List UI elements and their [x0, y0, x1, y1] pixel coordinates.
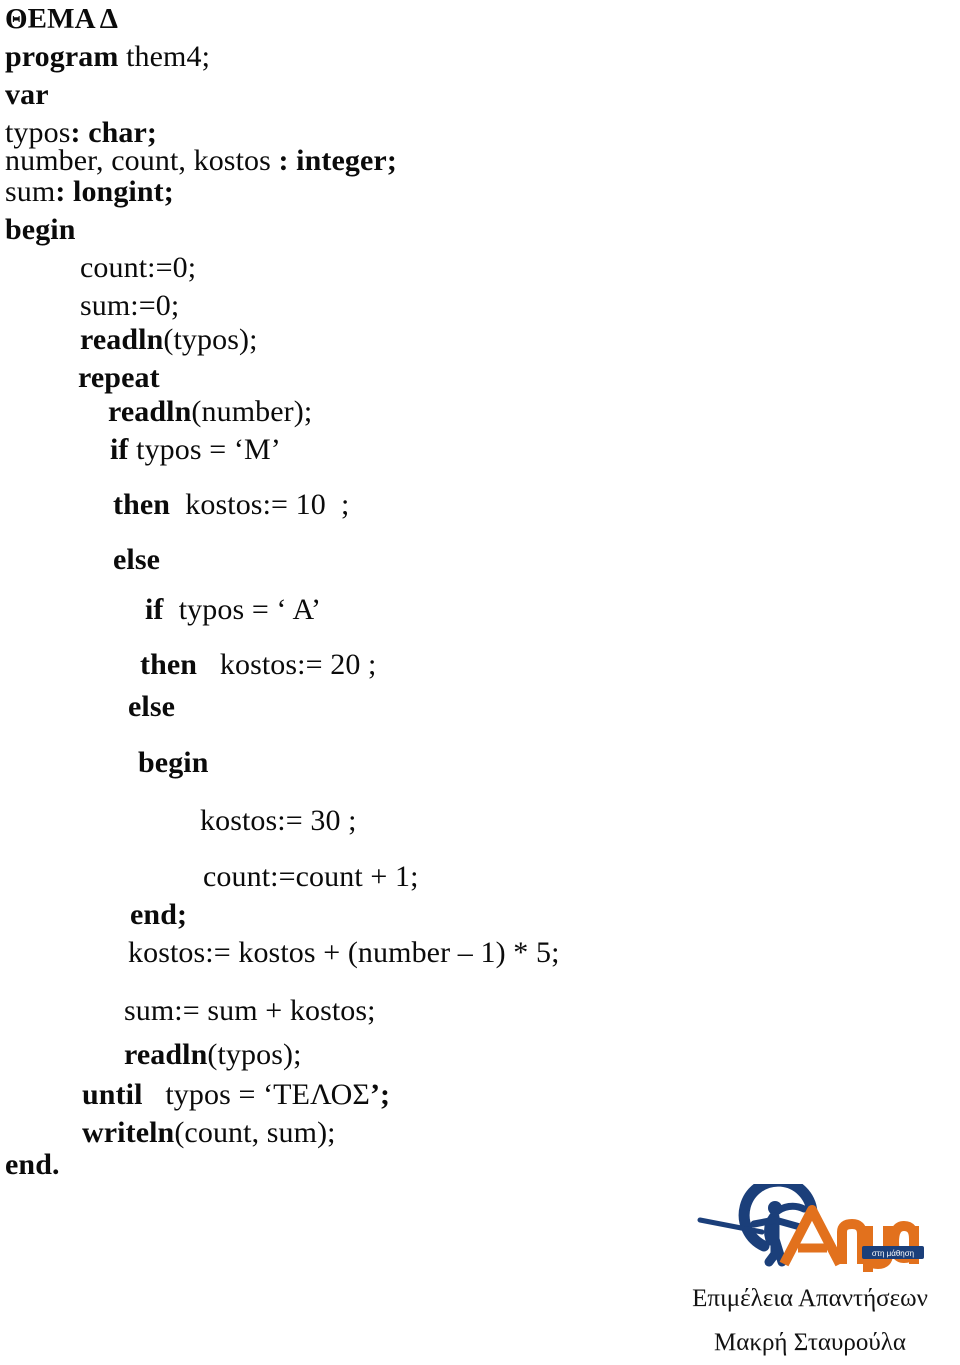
code-keyword: ’;: [369, 1078, 391, 1111]
code-keyword: readln: [108, 395, 192, 428]
code-keyword: if: [110, 433, 137, 466]
code-text: (typos);: [163, 323, 258, 356]
code-keyword: readln: [124, 1038, 208, 1071]
logo-letter-alpha: [779, 1205, 845, 1267]
code-text: (count, sum);: [174, 1116, 336, 1149]
credit-line-author: Μακρή Σταυρούλα: [714, 1329, 906, 1356]
code-text: sum:= sum + kostos;: [124, 994, 376, 1027]
code-line: if typos = ‘M’: [110, 435, 281, 465]
code-keyword: begin: [138, 746, 209, 779]
code-text: count:=count + 1;: [203, 860, 419, 893]
code-keyword: program: [5, 40, 127, 73]
code-text: kostos:= kostos + (number – 1) * 5;: [128, 936, 560, 969]
code-line: readln(number);: [108, 397, 312, 427]
code-keyword: writeln: [82, 1116, 175, 1149]
code-text: typos = ‘ΤΕΛΟΣ: [150, 1078, 370, 1111]
code-keyword: begin: [5, 213, 76, 246]
code-text: count:=0;: [80, 251, 197, 284]
code-text: (number);: [191, 395, 313, 428]
logo-tagline-text: στη μάθηση: [872, 1249, 914, 1258]
code-keyword: end.: [5, 1148, 60, 1181]
code-line: var: [5, 80, 49, 110]
code-line: count:=count + 1;: [203, 862, 419, 892]
code-keyword: : integer;: [278, 144, 397, 177]
code-line: end.: [5, 1150, 60, 1180]
document-page: ΘΕΜΑ Δprogram them4; var typos: char; numbe…: [0, 0, 960, 1365]
code-line: sum: longint;: [5, 177, 174, 207]
code-keyword: end;: [130, 898, 188, 931]
code-keyword: then: [140, 648, 205, 681]
code-line: kostos:= 30 ;: [200, 806, 357, 836]
code-text: them4;: [126, 40, 210, 73]
code-text: sum: [5, 175, 56, 208]
code-line: writeln(count, sum);: [82, 1118, 336, 1148]
code-line: then kostos:= 10 ;: [113, 490, 349, 520]
code-line: repeat: [78, 363, 160, 393]
code-keyword: readln: [80, 323, 164, 356]
code-text: sum:=0;: [80, 289, 180, 322]
code-text: number, count, kostos: [5, 144, 279, 177]
code-line: program them4;: [5, 42, 210, 72]
code-keyword: : longint;: [55, 175, 174, 208]
code-line: readln(typos);: [80, 325, 258, 355]
code-keyword: ΘΕΜΑ Δ: [5, 3, 119, 35]
code-keyword: if: [145, 593, 172, 626]
code-text: kostos:= 30 ;: [200, 804, 357, 837]
code-line: begin: [138, 748, 209, 778]
code-line: sum:=0;: [80, 291, 179, 321]
code-line: end;: [130, 900, 187, 930]
code-text: typos = ‘M’: [136, 433, 281, 466]
page-title: ΘΕΜΑ Δ: [5, 5, 118, 34]
code-text: kostos:= 10 ;: [177, 488, 350, 521]
code-keyword: repeat: [78, 361, 160, 394]
code-keyword: var: [5, 78, 49, 111]
code-keyword: else: [128, 690, 176, 723]
code-text: typos = ‘ A’: [171, 593, 322, 626]
code-line: begin: [5, 215, 76, 245]
code-keyword: then: [113, 488, 178, 521]
code-text: (typos);: [207, 1038, 302, 1071]
document-footer: στη μάθηση Επιμέλεια Απαντήσεων Μακρή Στ…: [660, 1182, 960, 1365]
code-line: sum:= sum + kostos;: [124, 996, 376, 1026]
code-keyword: else: [113, 543, 161, 576]
credit-line-role: Επιμέλεια Απαντήσεων: [692, 1285, 928, 1312]
code-line: kostos:= kostos + (number – 1) * 5;: [128, 938, 560, 968]
alma-logo: στη μάθηση: [692, 1184, 942, 1272]
code-keyword: until: [82, 1078, 151, 1111]
code-line: number, count, kostos : integer;: [5, 146, 397, 176]
logo-letter-lambda: [837, 1219, 867, 1264]
code-line: else: [113, 545, 160, 575]
code-line: count:=0;: [80, 253, 196, 283]
code-line: then kostos:= 20 ;: [140, 650, 376, 680]
code-text: kostos:= 20 ;: [204, 648, 377, 681]
code-line: if typos = ‘ A’: [145, 595, 321, 625]
code-line: else: [128, 692, 175, 722]
code-line: until typos = ‘ΤΕΛΟΣ’;: [82, 1080, 390, 1110]
code-line: readln(typos);: [124, 1040, 302, 1070]
